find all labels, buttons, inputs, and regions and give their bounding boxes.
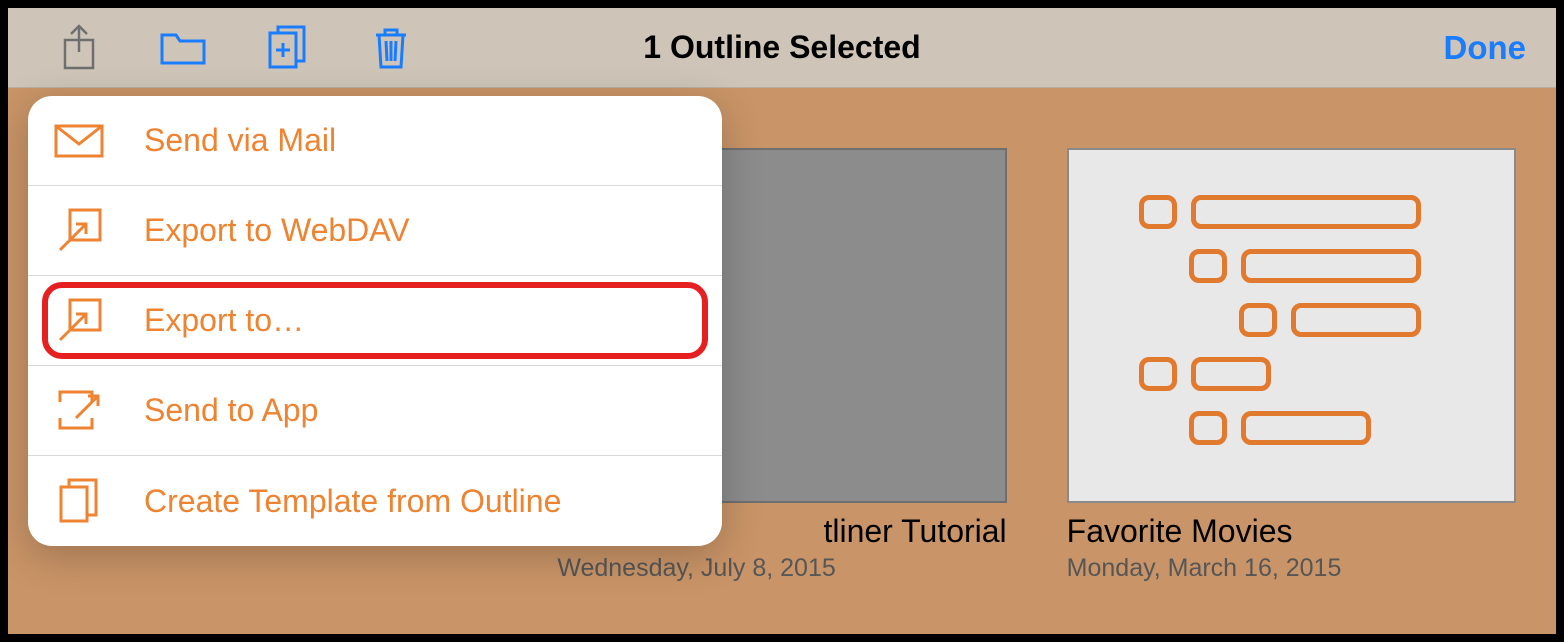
menu-export-to[interactable]: Export to… (28, 276, 722, 366)
mail-icon (54, 116, 104, 166)
document-date: Wednesday, July 8, 2015 (557, 554, 1006, 583)
menu-send-to-app[interactable]: Send to App (28, 366, 722, 456)
menu-send-via-mail[interactable]: Send via Mail (28, 96, 722, 186)
menu-label: Export to WebDAV (144, 212, 410, 249)
share-icon[interactable] (56, 25, 102, 71)
menu-label: Create Template from Outline (144, 483, 561, 520)
document-title: Favorite Movies (1067, 513, 1516, 550)
menu-export-webdav[interactable]: Export to WebDAV (28, 186, 722, 276)
folder-icon[interactable] (160, 25, 206, 71)
add-document-icon[interactable] (264, 25, 310, 71)
export-arrow-icon (54, 206, 104, 256)
menu-label: Send to App (144, 392, 318, 429)
send-to-app-icon (54, 386, 104, 436)
menu-label: Export to… (144, 302, 304, 339)
menu-create-template[interactable]: Create Template from Outline (28, 456, 722, 546)
toolbar: 1 Outline Selected Done (8, 8, 1556, 88)
share-popover: Send via Mail Export to WebDAV Expor (28, 96, 722, 546)
trash-icon[interactable] (368, 25, 414, 71)
template-icon (54, 476, 104, 526)
export-arrow-icon (54, 296, 104, 346)
document-card[interactable]: Favorite Movies Monday, March 16, 2015 (1067, 148, 1516, 604)
menu-label: Send via Mail (144, 122, 336, 159)
outline-thumbnail-icon (1139, 195, 1464, 445)
done-button[interactable]: Done (1444, 29, 1527, 67)
document-date: Monday, March 16, 2015 (1067, 554, 1516, 583)
